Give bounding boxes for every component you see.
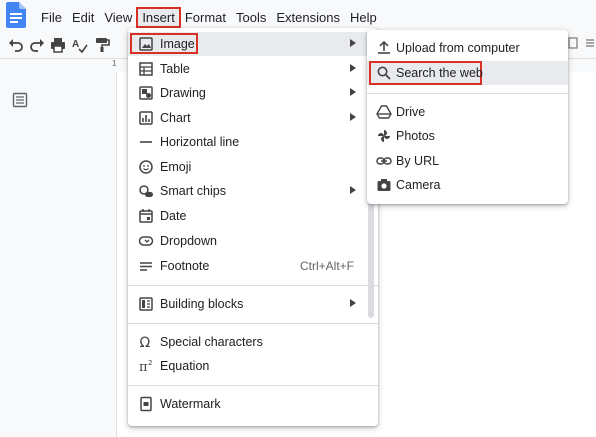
- footnote-icon: [138, 258, 154, 274]
- submenu-item-label: Camera: [396, 178, 441, 192]
- menu-item-label: Drawing: [160, 86, 206, 100]
- menu-item-label: Special characters: [160, 335, 263, 349]
- insert-menu: Image Table Drawing Chart Horizontal lin…: [128, 28, 378, 426]
- menu-extensions[interactable]: Extensions: [271, 8, 345, 27]
- menu-item-dropdown[interactable]: Dropdown: [128, 229, 378, 253]
- photos-icon: [376, 128, 392, 144]
- menu-item-drawing[interactable]: Drawing: [128, 81, 378, 105]
- pi-icon: π2: [138, 358, 154, 374]
- menu-item-label: Table: [160, 62, 190, 76]
- chevron-right-icon: [350, 299, 356, 307]
- svg-text:2: 2: [148, 359, 152, 367]
- paint-format-icon[interactable]: [94, 37, 110, 53]
- menu-file[interactable]: File: [36, 8, 67, 27]
- watermark-icon: [138, 396, 154, 412]
- menu-item-label: Date: [160, 209, 187, 223]
- menu-divider: [128, 385, 378, 386]
- menu-item-date[interactable]: Date: [128, 204, 378, 228]
- menu-divider: [128, 285, 378, 286]
- submenu-item-drive[interactable]: Drive: [367, 100, 568, 124]
- menu-item-label: Building blocks: [160, 297, 244, 311]
- menu-item-special-characters[interactable]: Ω Special characters: [128, 330, 378, 354]
- menu-item-chart[interactable]: Chart: [128, 106, 378, 130]
- menu-help[interactable]: Help: [345, 8, 382, 27]
- chevron-right-icon: [350, 64, 356, 72]
- menu-item-label: Image: [160, 37, 195, 51]
- table-icon: [138, 61, 154, 77]
- camera-icon: [376, 177, 392, 193]
- menu-divider: [128, 323, 378, 324]
- submenu-divider: [367, 93, 568, 94]
- menu-item-horizontal-line[interactable]: Horizontal line: [128, 130, 378, 154]
- submenu-item-search-the-web[interactable]: Search the web: [367, 61, 568, 85]
- building-blocks-icon: [138, 296, 154, 312]
- image-submenu: Upload from computer Search the web Driv…: [367, 30, 568, 204]
- chart-icon: [138, 110, 154, 126]
- document-outline-icon[interactable]: [12, 92, 28, 108]
- menu-item-footnote[interactable]: Footnote Ctrl+Alt+F: [128, 254, 378, 278]
- shortcut-label: Ctrl+Alt+F: [299, 259, 354, 273]
- toolbar-more-icon[interactable]: [584, 36, 596, 52]
- submenu-item-upload[interactable]: Upload from computer: [367, 36, 568, 60]
- drawing-icon: [138, 85, 154, 101]
- menu-view[interactable]: View: [99, 8, 137, 27]
- menu-tools[interactable]: Tools: [231, 8, 271, 27]
- submenu-item-by-url[interactable]: By URL: [367, 149, 568, 173]
- menu-item-smart-chips[interactable]: Smart chips: [128, 179, 378, 203]
- link-icon: [376, 153, 392, 169]
- svg-text:A: A: [72, 39, 79, 50]
- submenu-item-label: Upload from computer: [396, 41, 520, 55]
- drive-icon: [376, 104, 392, 120]
- menu-item-label: Watermark: [160, 397, 221, 411]
- upload-icon: [376, 40, 392, 56]
- menu-item-building-blocks[interactable]: Building blocks: [128, 292, 378, 316]
- menu-item-label: Chart: [160, 111, 191, 125]
- omega-icon: Ω: [138, 334, 154, 350]
- submenu-item-label: Photos: [396, 129, 435, 143]
- chevron-right-icon: [350, 39, 356, 47]
- chevron-right-icon: [350, 186, 356, 194]
- menu-item-label: Horizontal line: [160, 135, 240, 149]
- menu-item-label: Footnote: [160, 259, 210, 273]
- menu-item-label: Dropdown: [160, 234, 217, 248]
- print-icon[interactable]: [50, 37, 66, 53]
- menu-edit[interactable]: Edit: [67, 8, 99, 27]
- docs-logo-icon[interactable]: [6, 2, 26, 28]
- submenu-item-label: Search the web: [396, 66, 483, 80]
- chevron-right-icon: [350, 113, 356, 121]
- svg-text:Ω: Ω: [140, 335, 151, 350]
- undo-icon[interactable]: [8, 37, 24, 53]
- menu-item-equation[interactable]: π2 Equation: [128, 354, 378, 378]
- smart-chips-icon: [138, 183, 154, 199]
- date-icon: [138, 208, 154, 224]
- image-icon: [138, 36, 154, 52]
- menu-format[interactable]: Format: [180, 8, 231, 27]
- emoji-icon: [138, 159, 154, 175]
- menu-item-label: Equation: [160, 359, 210, 373]
- chevron-right-icon: [350, 88, 356, 96]
- menu-item-table[interactable]: Table: [128, 57, 378, 81]
- horizontal-line-icon: [138, 134, 154, 150]
- ruler-marker: 1: [112, 59, 117, 68]
- svg-text:π: π: [139, 360, 148, 374]
- menu-bar: File Edit View Insert Format Tools Exten…: [36, 6, 382, 28]
- menu-item-label: Smart chips: [160, 184, 226, 198]
- submenu-item-photos[interactable]: Photos: [367, 124, 568, 148]
- menu-item-watermark[interactable]: Watermark: [128, 392, 378, 416]
- menu-item-image[interactable]: Image: [128, 32, 378, 56]
- menu-insert[interactable]: Insert: [136, 6, 181, 28]
- dropdown-icon: [138, 233, 154, 249]
- submenu-item-label: Drive: [396, 105, 426, 119]
- toolbar-overflow-icon[interactable]: [568, 36, 584, 52]
- menu-scrollbar[interactable]: [368, 198, 374, 318]
- spellcheck-icon[interactable]: A: [72, 37, 88, 53]
- redo-icon[interactable]: [29, 37, 45, 53]
- submenu-item-label: By URL: [396, 154, 440, 168]
- menu-item-emoji[interactable]: Emoji: [128, 155, 378, 179]
- search-icon: [376, 65, 392, 81]
- menu-item-label: Emoji: [160, 160, 192, 174]
- submenu-item-camera[interactable]: Camera: [367, 173, 568, 197]
